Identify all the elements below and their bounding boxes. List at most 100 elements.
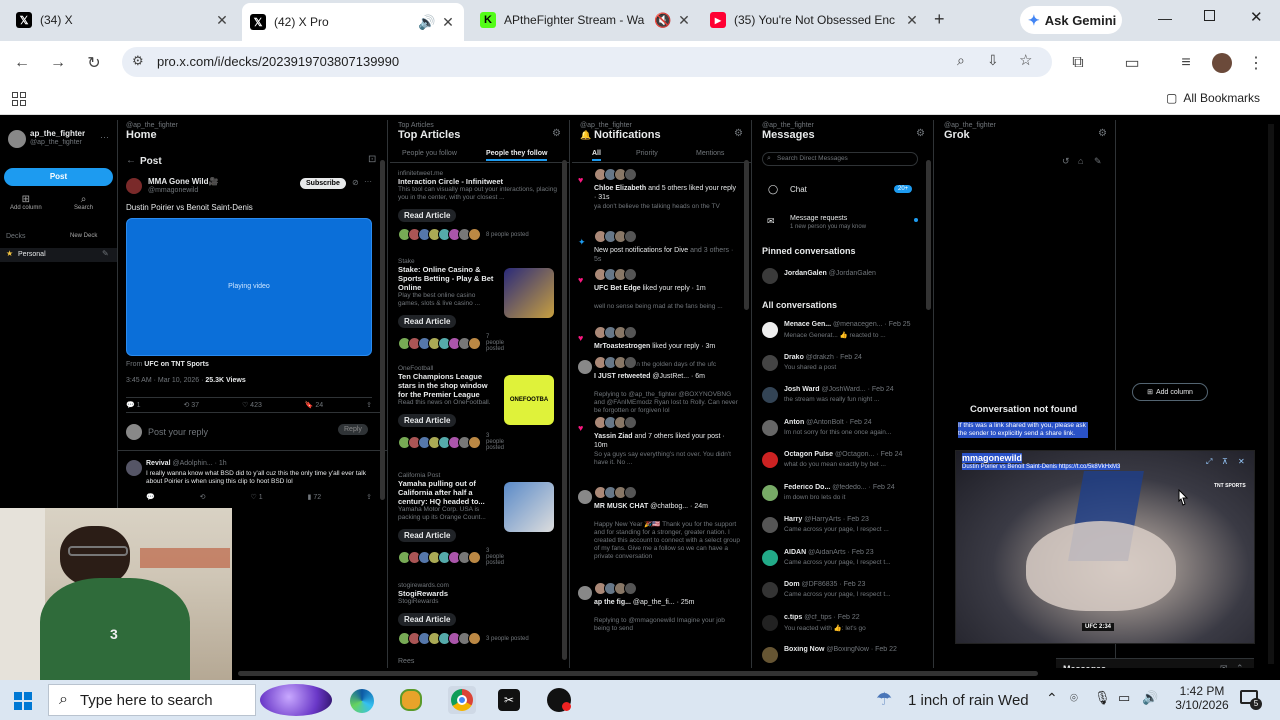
chat-row[interactable]: ◯ Chat 20+ [762, 182, 918, 198]
search-sidebar-button[interactable]: ⌕ Search [74, 194, 93, 211]
horizontal-scroll-area[interactable] [232, 668, 1280, 680]
history-icon[interactable]: ↺ [1062, 156, 1070, 167]
obs-icon[interactable] [547, 688, 571, 712]
retweet-icon[interactable]: ⟲ [200, 493, 206, 501]
app-icon[interactable] [400, 689, 422, 711]
reply-input[interactable]: Post your reply [148, 427, 208, 437]
conversation-item[interactable]: Anton @AntonBolt · Feb 24 Im not sorry f… [762, 418, 918, 446]
profile-avatar[interactable] [1212, 53, 1232, 73]
notification-center-icon[interactable]: 5 [1240, 688, 1262, 710]
like-action[interactable]: ♡ 1 [250, 493, 262, 501]
conversation-item[interactable]: c.tips @cf_tips · Feb 22 You reacted wit… [762, 613, 918, 641]
install-app-icon[interactable]: ⇩ [987, 52, 999, 69]
column-scrollbar[interactable] [926, 160, 931, 310]
post-author[interactable]: MMA Gone Wild🎥 [148, 177, 258, 186]
clock[interactable]: 1:42 PM 3/10/2026 [1172, 684, 1232, 712]
new-deck-button[interactable]: New Deck [70, 233, 97, 239]
read-article-button[interactable]: Read Article [398, 529, 457, 542]
column-options-icon[interactable]: ⊡ [368, 154, 376, 165]
new-tab-button[interactable]: + [934, 9, 945, 30]
conversation-item[interactable]: Harry @HarryArts · Feb 23 Came across yo… [762, 515, 918, 543]
tab-people-they-follow[interactable]: People they follow [486, 150, 548, 161]
reply-icon[interactable]: 💬 [146, 493, 155, 501]
camera-tray-icon[interactable]: ⌾ [1070, 690, 1078, 706]
conversation-item[interactable]: Federico Do... @fededo... · Feb 24 im do… [762, 483, 918, 511]
reply-action[interactable]: 💬 1 [126, 401, 141, 409]
share-icon[interactable]: ⇪ [366, 493, 372, 501]
deck-item-personal[interactable]: ★ Personal ✎ [0, 248, 117, 262]
article-item[interactable]: stogirewards.com StogiRewards StogiRewar… [398, 582, 558, 645]
gear-icon[interactable]: ⚙ [734, 128, 743, 139]
tray-chevron-icon[interactable]: ⌃ [1046, 690, 1058, 707]
conversation-item[interactable]: Octagon Pulse @Octagon... · Feb 24 what … [762, 450, 918, 478]
tab-search-icon[interactable]: ▭ [1118, 49, 1146, 77]
column-scrollbar[interactable] [562, 160, 567, 660]
apps-grid-icon[interactable] [12, 92, 26, 106]
article-item[interactable]: California Post Yamaha pulling out of Ca… [398, 472, 504, 566]
close-tab-icon[interactable]: ✕ [676, 12, 692, 29]
pinned-conversation[interactable]: JordanGalen @JordanGalen [784, 270, 876, 277]
mic-tray-icon[interactable]: 🎙 [1094, 690, 1111, 706]
windows-start-icon[interactable] [14, 692, 32, 710]
back-arrow-icon[interactable]: ← [126, 155, 136, 166]
gear-icon[interactable]: ⚙ [916, 128, 925, 139]
article-thumbnail[interactable] [504, 482, 554, 532]
dm-search-input[interactable]: ⌕ Search Direct Messages [762, 152, 918, 166]
conversation-item[interactable]: Menace Gen... @menacegen... · Feb 25 Men… [762, 320, 918, 348]
close-tab-icon[interactable]: ✕ [440, 14, 456, 31]
pip-close-icon[interactable]: ✕ [1238, 457, 1245, 466]
tab-x[interactable]: 𝕏 (34) X ✕ [8, 5, 238, 35]
muted-speaker-icon[interactable]: 🔇 [654, 12, 671, 29]
forward-arrow-icon[interactable]: → [44, 49, 72, 77]
column-scrollbar[interactable] [380, 160, 385, 500]
column-scrollbar[interactable] [744, 160, 749, 310]
conversation-item[interactable]: Boxing Now @BoxingNow · Feb 22 [762, 645, 918, 668]
network-icon[interactable]: ▭ [1118, 690, 1130, 706]
capcut-icon[interactable]: ✂ [498, 689, 520, 711]
more-dots-icon[interactable]: ··· [100, 132, 109, 142]
zoom-icon[interactable]: ⌕ [957, 52, 965, 69]
ask-gemini-button[interactable]: ✦ Ask Gemini [1020, 6, 1122, 34]
tab-x-pro[interactable]: 𝕏 (42) X Pro 🔊 ✕ [242, 3, 464, 41]
conversation-item[interactable]: Dom @DF86835 · Feb 23 Came across your p… [762, 580, 918, 608]
edit-pencil-icon[interactable]: ✎ [102, 249, 109, 258]
picture-in-picture-video[interactable]: mmagonewild Dustin Poirier vs Benoit Sai… [955, 450, 1255, 644]
new-chat-icon[interactable]: ✎ [1094, 156, 1102, 167]
bookmark-action[interactable]: 🔖 24 [305, 401, 323, 409]
more-dots-icon[interactable]: ··· [364, 177, 372, 186]
tab-youtube[interactable]: ▶ (35) You're Not Obsessed Enc ✕ [702, 5, 928, 35]
all-bookmarks-button[interactable]: ▢ All Bookmarks [1166, 91, 1260, 105]
video-player[interactable]: Playing video [126, 218, 372, 356]
conversation-item[interactable]: Drako @drakzh · Feb 24 You shared a post [762, 353, 918, 381]
tab-priority[interactable]: Priority [636, 150, 658, 157]
add-column-button[interactable]: ⊞ Add column [1132, 383, 1208, 401]
window-close-icon[interactable]: ✕ [1250, 8, 1263, 26]
tab-people-you-follow[interactable]: People you follow [402, 150, 457, 157]
edge-browser-icon[interactable] [350, 689, 374, 713]
menu-dots-icon[interactable]: ⋮ [1242, 49, 1270, 77]
subscribe-button[interactable]: Subscribe [300, 178, 346, 189]
video-source[interactable]: UFC on TNT Sports [144, 361, 209, 368]
horizontal-scrollbar[interactable] [238, 671, 1038, 676]
avatar[interactable] [762, 268, 778, 284]
article-item[interactable]: OneFootball Ten Champions League stars i… [398, 365, 504, 451]
tab-kick[interactable]: K APtheFighter Stream - Wa 🔇 ✕ [472, 5, 700, 35]
reply-button[interactable]: Reply [338, 424, 368, 435]
back-arrow-icon[interactable]: ← [8, 49, 36, 77]
add-column-sidebar-button[interactable]: ⊞ Add column [10, 194, 42, 211]
read-article-button[interactable]: Read Article [398, 209, 457, 222]
like-action[interactable]: ♡ 423 [242, 401, 262, 409]
read-article-button[interactable]: Read Article [398, 613, 457, 626]
grok-icon[interactable]: ⊘ [352, 178, 359, 187]
pip-pin-icon[interactable]: ⊼ [1222, 457, 1228, 466]
retweet-action[interactable]: ⟲ 37 [183, 401, 199, 409]
site-info-icon[interactable]: ⚙ [132, 53, 144, 69]
article-thumbnail[interactable]: ONEFOOTBA [504, 375, 554, 425]
gear-icon[interactable]: ⚙ [1098, 128, 1107, 139]
page-scrollbar[interactable] [1268, 124, 1274, 664]
tab-all[interactable]: All [592, 150, 601, 161]
extensions-icon[interactable]: ⧉ [1064, 49, 1092, 77]
share-icon[interactable]: ⇪ [366, 401, 372, 409]
address-bar[interactable]: ⚙ pro.x.com/i/decks/2023919703807139990 … [122, 47, 1052, 77]
reload-icon[interactable]: ↻ [80, 49, 108, 77]
